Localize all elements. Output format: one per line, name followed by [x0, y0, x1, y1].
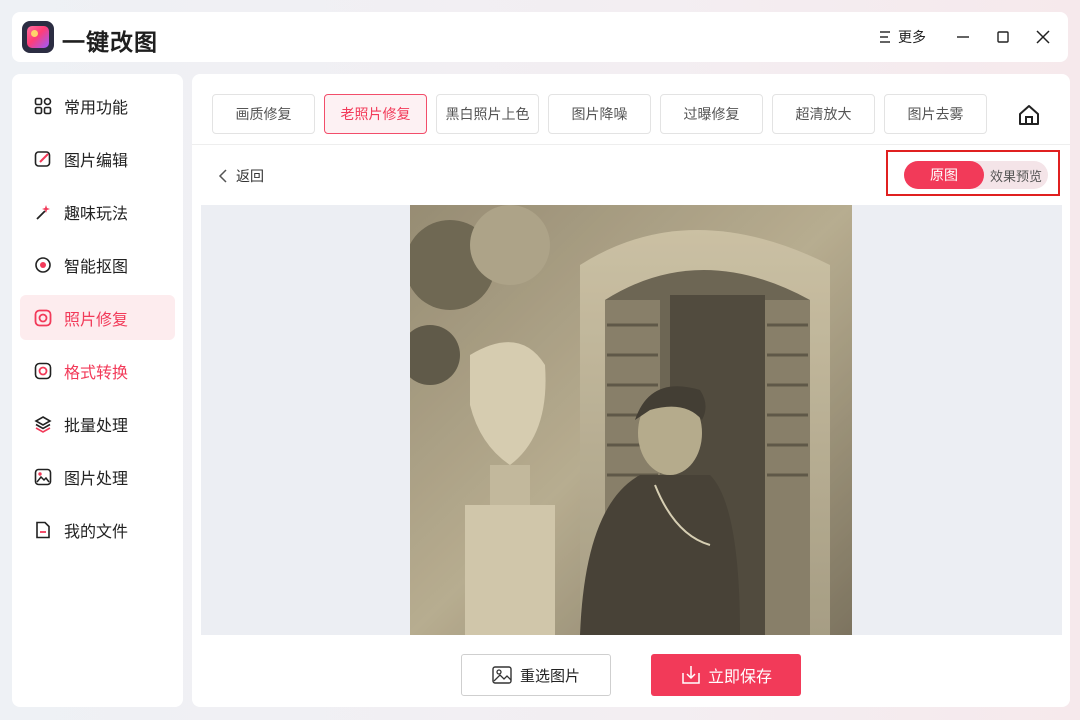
feature-tabs: 画质修复 老照片修复 黑白照片上色 图片降噪 过曝修复 超清放大 图片去雾	[212, 94, 987, 134]
more-menu-button[interactable]: 更多	[878, 26, 926, 48]
compare-toggle: 原图 效果预览	[904, 161, 1048, 189]
maximize-button[interactable]	[990, 24, 1016, 50]
preview-canvas	[201, 205, 1062, 635]
minimize-button[interactable]	[950, 24, 976, 50]
sidebar-item-label: 照片修复	[64, 309, 129, 329]
sidebar-item-label: 格式转换	[64, 362, 129, 382]
download-icon	[682, 666, 700, 684]
sidebar-item-batch[interactable]: 批量处理	[20, 401, 175, 446]
back-label: 返回	[236, 169, 264, 185]
sidebar-item-fun[interactable]: 趣味玩法	[20, 189, 175, 234]
image-icon	[492, 666, 512, 684]
sidebar-item-label: 智能抠图	[64, 256, 129, 276]
app-title: 一键改图	[62, 30, 158, 56]
edit-icon	[34, 150, 52, 168]
tab-dehaze[interactable]: 图片去雾	[884, 94, 987, 134]
menu-icon	[880, 31, 890, 43]
sidebar-item-edit[interactable]: 图片编辑	[20, 136, 175, 181]
more-label: 更多	[898, 30, 926, 46]
photo-repair-icon	[34, 309, 52, 327]
tab-overexposure-repair[interactable]: 过曝修复	[660, 94, 763, 134]
effect-preview-toggle[interactable]: 效果预览	[984, 166, 1048, 185]
home-icon	[1019, 105, 1039, 125]
image-icon	[34, 468, 52, 486]
tabs-divider	[192, 144, 1070, 145]
title-bar: 一键改图 更多	[12, 12, 1068, 62]
main-panel: 画质修复 老照片修复 黑白照片上色 图片降噪 过曝修复 超清放大 图片去雾 返回…	[192, 74, 1070, 707]
original-toggle[interactable]: 原图	[904, 161, 984, 189]
maximize-icon	[997, 31, 1009, 43]
back-button[interactable]: 返回	[218, 166, 264, 186]
sidebar-item-label: 批量处理	[64, 415, 129, 435]
target-icon	[34, 256, 52, 274]
layers-icon	[34, 415, 52, 433]
sidebar-item-my-files[interactable]: 我的文件	[20, 507, 175, 552]
sidebar-item-cutout[interactable]: 智能抠图	[20, 242, 175, 287]
sidebar-item-label: 图片编辑	[64, 150, 129, 170]
close-icon	[1036, 30, 1050, 44]
sidebar-item-photo-repair[interactable]: 照片修复	[20, 295, 175, 340]
reselect-image-button[interactable]: 重选图片	[461, 654, 611, 696]
close-button[interactable]	[1030, 24, 1056, 50]
sidebar-item-label: 图片处理	[64, 468, 129, 488]
sidebar-item-image-process[interactable]: 图片处理	[20, 454, 175, 499]
convert-icon	[34, 362, 52, 380]
chevron-left-icon	[218, 169, 227, 183]
file-icon	[34, 521, 52, 539]
tab-old-photo-repair[interactable]: 老照片修复	[324, 94, 427, 134]
tab-denoise[interactable]: 图片降噪	[548, 94, 651, 134]
tab-colorize[interactable]: 黑白照片上色	[436, 94, 539, 134]
save-label: 立即保存	[707, 667, 772, 686]
grid-icon	[34, 97, 52, 115]
save-now-button[interactable]: 立即保存	[651, 654, 801, 696]
sidebar-item-format-convert[interactable]: 格式转换	[20, 348, 175, 393]
sidebar: 常用功能 图片编辑 趣味玩法 智能抠图 照片修复 格式转换 批量处理 图片处理 …	[12, 74, 183, 707]
home-button[interactable]	[1016, 102, 1042, 128]
reselect-label: 重选图片	[519, 666, 580, 685]
tab-upscale[interactable]: 超清放大	[772, 94, 875, 134]
old-photo-preview	[410, 205, 852, 635]
minimize-icon	[957, 36, 969, 38]
app-logo	[22, 21, 54, 53]
sidebar-item-label: 常用功能	[64, 97, 129, 117]
sidebar-item-label: 我的文件	[64, 521, 129, 541]
magic-wand-icon	[34, 203, 52, 221]
sidebar-item-common[interactable]: 常用功能	[20, 83, 175, 128]
compare-highlight-box: 原图 效果预览	[886, 150, 1060, 196]
tab-quality-repair[interactable]: 画质修复	[212, 94, 315, 134]
sidebar-item-label: 趣味玩法	[64, 203, 129, 223]
